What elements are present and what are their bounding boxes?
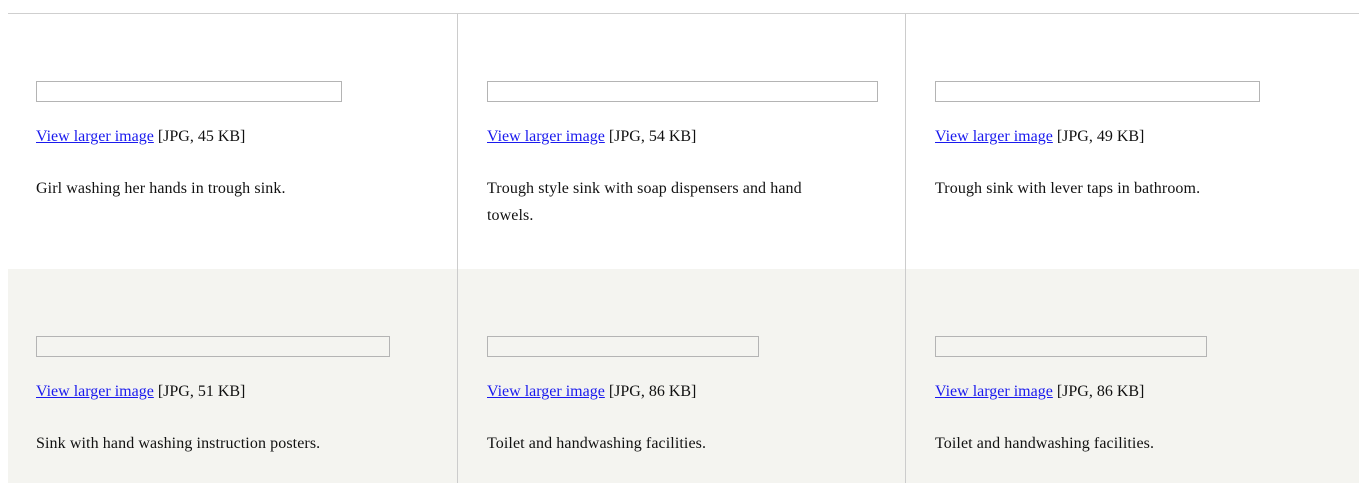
view-larger-image-link[interactable]: View larger image xyxy=(36,128,154,145)
file-info: [JPG, 45 KB] xyxy=(153,128,246,145)
gallery-cell: View larger image [JPG, 86 KB] Toilet an… xyxy=(905,269,1359,483)
image-caption: Toilet and handwashing facilities. xyxy=(935,435,1155,452)
gallery-cell: View larger image [JPG, 49 KB] Trough si… xyxy=(905,14,1359,269)
image-caption: Trough style sink with soap dispensers a… xyxy=(487,180,802,224)
gallery-cell: View larger image [JPG, 51 KB] Sink with… xyxy=(8,269,457,483)
image-gallery: View larger image [JPG, 45 KB] Girl wash… xyxy=(8,13,1359,483)
file-info: [JPG, 86 KB] xyxy=(604,383,697,400)
file-info: [JPG, 86 KB] xyxy=(1052,383,1145,400)
image-thumbnail[interactable] xyxy=(935,81,1260,102)
image-thumbnail[interactable] xyxy=(36,81,342,102)
image-caption: Trough sink with lever taps in bathroom. xyxy=(935,180,1201,197)
image-meta: View larger image [JPG, 54 KB] xyxy=(487,126,696,148)
image-thumbnail[interactable] xyxy=(487,81,878,102)
view-larger-image-link[interactable]: View larger image xyxy=(935,383,1053,400)
image-thumbnail[interactable] xyxy=(935,336,1207,357)
file-info: [JPG, 49 KB] xyxy=(1052,128,1145,145)
view-larger-image-link[interactable]: View larger image xyxy=(487,128,605,145)
view-larger-image-link[interactable]: View larger image xyxy=(36,383,154,400)
file-info: [JPG, 51 KB] xyxy=(153,383,246,400)
gallery-cell: View larger image [JPG, 86 KB] Toilet an… xyxy=(457,269,905,483)
image-thumbnail[interactable] xyxy=(36,336,390,357)
gallery-cell: View larger image [JPG, 54 KB] Trough st… xyxy=(457,14,905,269)
image-caption: Toilet and handwashing facilities. xyxy=(487,435,707,452)
view-larger-image-link[interactable]: View larger image xyxy=(487,383,605,400)
gallery-row: View larger image [JPG, 45 KB] Girl wash… xyxy=(8,14,1359,269)
gallery-cell: View larger image [JPG, 45 KB] Girl wash… xyxy=(8,14,457,269)
image-meta: View larger image [JPG, 45 KB] xyxy=(36,126,245,148)
image-thumbnail[interactable] xyxy=(487,336,759,357)
file-info: [JPG, 54 KB] xyxy=(604,128,697,145)
image-meta: View larger image [JPG, 51 KB] xyxy=(36,381,245,403)
image-caption: Sink with hand washing instruction poste… xyxy=(36,435,321,452)
image-caption: Girl washing her hands in trough sink. xyxy=(36,180,286,197)
image-meta: View larger image [JPG, 86 KB] xyxy=(487,381,696,403)
view-larger-image-link[interactable]: View larger image xyxy=(935,128,1053,145)
gallery-row: View larger image [JPG, 51 KB] Sink with… xyxy=(8,269,1359,483)
image-meta: View larger image [JPG, 86 KB] xyxy=(935,381,1144,403)
image-meta: View larger image [JPG, 49 KB] xyxy=(935,126,1144,148)
